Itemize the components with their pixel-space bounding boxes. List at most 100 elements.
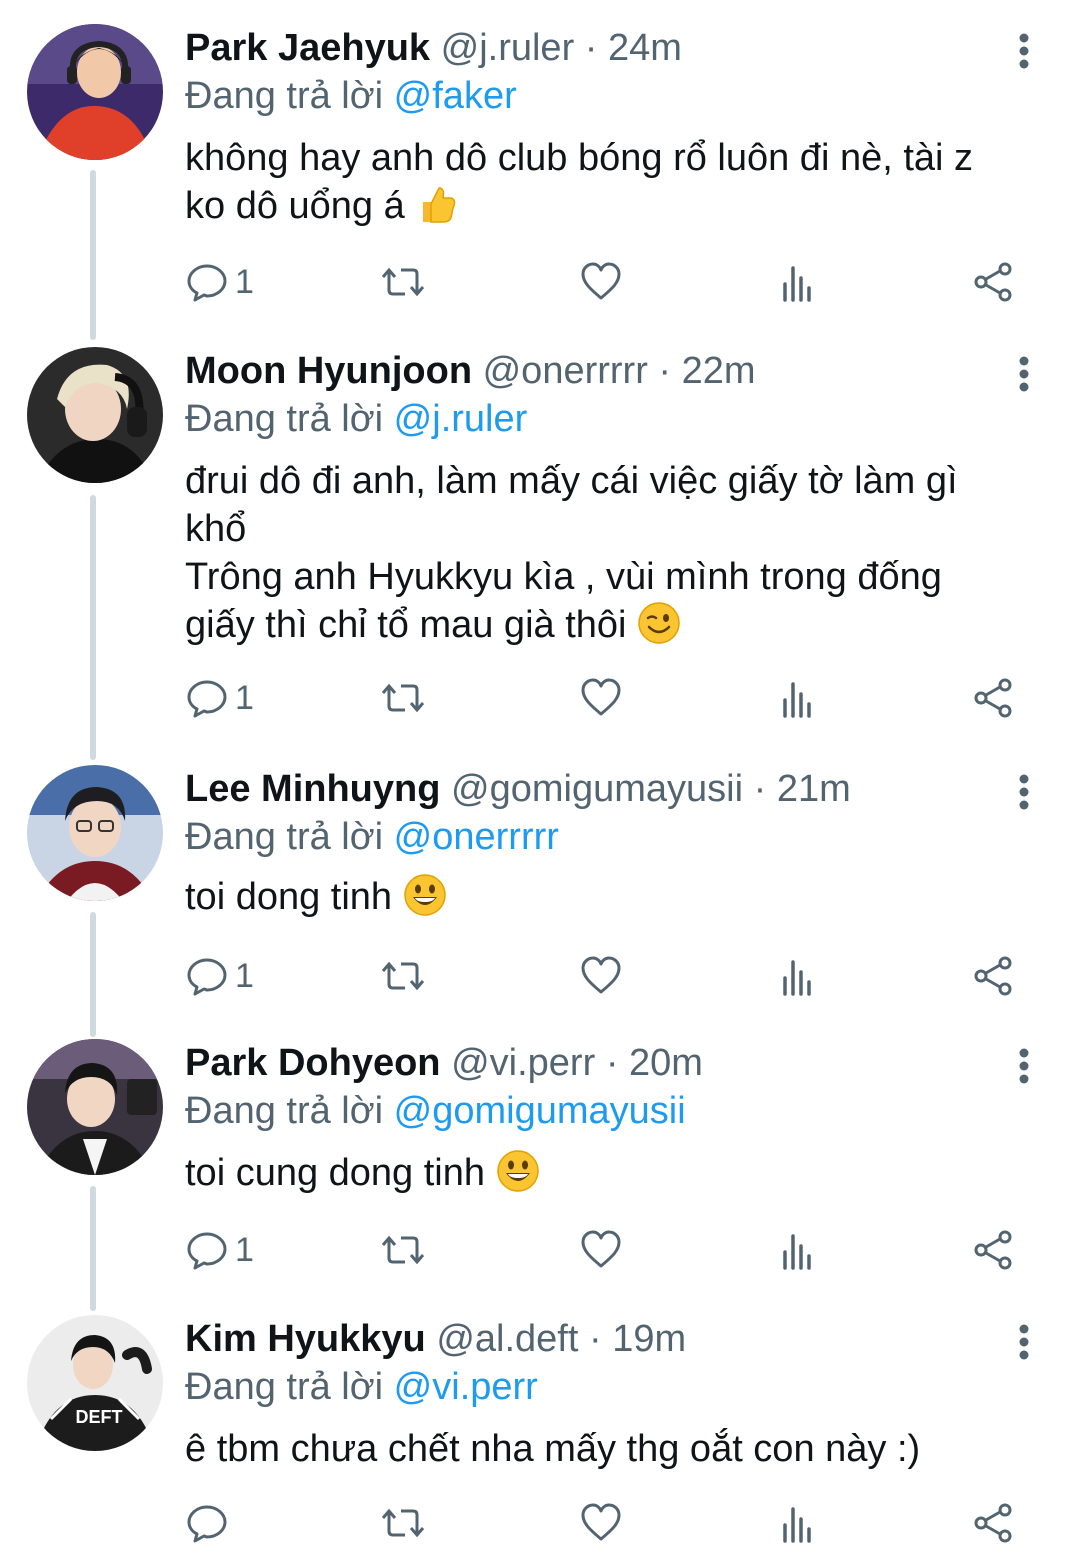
reply-count: 1 (235, 1230, 254, 1269)
separator: · (588, 1318, 602, 1360)
reply-button[interactable]: 1 (185, 948, 254, 1004)
display-name[interactable]: Park Jaehyuk (185, 27, 430, 69)
display-name[interactable]: Lee Minhuyng (185, 768, 440, 810)
more-button[interactable] (1010, 1045, 1038, 1085)
share-button[interactable] (971, 254, 1015, 310)
mention-link[interactable]: @onerrrrr (394, 816, 559, 858)
views-button[interactable] (775, 254, 819, 310)
tweet[interactable]: Lee Minhuyng @gomigumayusii · 21m Đang t… (0, 765, 1080, 1015)
reply-button[interactable]: 1 (185, 670, 254, 726)
avatar[interactable] (27, 765, 163, 901)
retweet-icon (381, 954, 425, 998)
separator: · (605, 1042, 619, 1084)
views-button[interactable] (775, 670, 819, 726)
avatar[interactable] (27, 24, 163, 160)
tweet-text-line: ko dô uổng á (185, 185, 405, 227)
tweet-text-line: khổ (185, 508, 247, 550)
display-name[interactable]: Kim Hyukkyu (185, 1318, 426, 1360)
replying-to: Đang trả lời @j.ruler (185, 395, 527, 443)
share-button[interactable] (971, 1495, 1015, 1551)
replying-to: Đang trả lời @onerrrrr (185, 813, 559, 861)
reply-count: 1 (235, 678, 254, 717)
share-button[interactable] (971, 670, 1015, 726)
tweet[interactable]: Moon Hyunjoon @onerrrrr · 22m Đang trả l… (0, 347, 1080, 737)
reply-icon (185, 954, 229, 998)
avatar-text: DEFT (76, 1407, 123, 1427)
like-button[interactable] (579, 1495, 623, 1551)
more-button[interactable] (1010, 30, 1038, 70)
like-button[interactable] (579, 948, 623, 1004)
avatar[interactable]: DEFT (27, 1315, 163, 1451)
retweet-button[interactable] (381, 254, 425, 310)
retweet-icon (381, 676, 425, 720)
reply-button[interactable] (185, 1495, 229, 1551)
reply-button[interactable]: 1 (185, 254, 254, 310)
like-button[interactable] (579, 670, 623, 726)
replying-to: Đang trả lời @gomigumayusii (185, 1087, 686, 1135)
grin-emoji (496, 1149, 540, 1193)
user-handle[interactable]: @onerrrrr (483, 350, 648, 392)
reply-count: 1 (235, 262, 254, 301)
tweet-text: toi cung dong tinh (185, 1149, 1035, 1197)
mention-link[interactable]: @gomigumayusii (394, 1090, 686, 1132)
user-handle[interactable]: @j.ruler (441, 27, 575, 69)
retweet-button[interactable] (381, 670, 425, 726)
retweet-button[interactable] (381, 1495, 425, 1551)
tweet-header: Kim Hyukkyu @al.deft · 19m (185, 1315, 686, 1363)
tweet-header: Moon Hyunjoon @onerrrrr · 22m (185, 347, 756, 395)
share-button[interactable] (971, 948, 1015, 1004)
user-handle[interactable]: @al.deft (436, 1318, 578, 1360)
tweet-text-line: ê tbm chưa chết nha mấy thg oắt con này … (185, 1428, 921, 1470)
more-button[interactable] (1010, 353, 1038, 393)
more-button[interactable] (1010, 1321, 1038, 1361)
more-button[interactable] (1010, 771, 1038, 811)
avatar[interactable] (27, 1039, 163, 1175)
tweet-text-line: toi cung dong tinh (185, 1152, 486, 1194)
share-icon (971, 676, 1015, 720)
avatar[interactable] (27, 347, 163, 483)
views-button[interactable] (775, 1222, 819, 1278)
tweet-header: Park Jaehyuk @j.ruler · 24m (185, 24, 682, 72)
views-icon (775, 260, 819, 304)
tweet[interactable]: Park Jaehyuk @j.ruler · 24m Đang trả lời… (0, 24, 1080, 324)
tweet-text-line: toi dong tinh (185, 876, 393, 918)
timestamp[interactable]: 19m (612, 1318, 686, 1360)
views-button[interactable] (775, 1495, 819, 1551)
views-icon (775, 1501, 819, 1545)
timestamp[interactable]: 20m (629, 1042, 703, 1084)
tweet-text: không hay anh dô club bóng rổ luôn đi nè… (185, 134, 1035, 230)
replying-to-label: Đang trả lời (185, 75, 384, 117)
like-icon (579, 260, 623, 304)
display-name[interactable]: Park Dohyeon (185, 1042, 441, 1084)
retweet-button[interactable] (381, 1222, 425, 1278)
retweet-button[interactable] (381, 948, 425, 1004)
tweet[interactable]: Park Dohyeon @vi.perr · 20m Đang trả lời… (0, 1039, 1080, 1289)
like-button[interactable] (579, 254, 623, 310)
like-button[interactable] (579, 1222, 623, 1278)
thumbs-up-emoji (415, 182, 459, 226)
tweet-actions: 1 (185, 670, 1035, 726)
reply-icon (185, 1501, 229, 1545)
like-icon (579, 676, 623, 720)
tweet[interactable]: DEFT Kim Hyukkyu @al.deft · 19m Đang trả… (0, 1315, 1080, 1552)
user-handle[interactable]: @gomigumayusii (451, 768, 743, 810)
replying-to-label: Đang trả lời (185, 816, 384, 858)
replying-to-label: Đang trả lời (185, 1366, 384, 1408)
timestamp[interactable]: 22m (682, 350, 756, 392)
timestamp[interactable]: 21m (777, 768, 851, 810)
mention-link[interactable]: @vi.perr (394, 1366, 538, 1408)
replying-to-label: Đang trả lời (185, 398, 384, 440)
tweet-actions: 1 (185, 948, 1035, 1004)
reply-button[interactable]: 1 (185, 1222, 254, 1278)
timestamp[interactable]: 24m (608, 27, 682, 69)
mention-link[interactable]: @j.ruler (394, 398, 528, 440)
share-icon (971, 1228, 1015, 1272)
separator: · (584, 27, 598, 69)
mention-link[interactable]: @faker (394, 75, 517, 117)
user-handle[interactable]: @vi.perr (451, 1042, 595, 1084)
views-button[interactable] (775, 948, 819, 1004)
share-button[interactable] (971, 1222, 1015, 1278)
like-icon (579, 1228, 623, 1272)
display-name[interactable]: Moon Hyunjoon (185, 350, 472, 392)
share-icon (971, 260, 1015, 304)
